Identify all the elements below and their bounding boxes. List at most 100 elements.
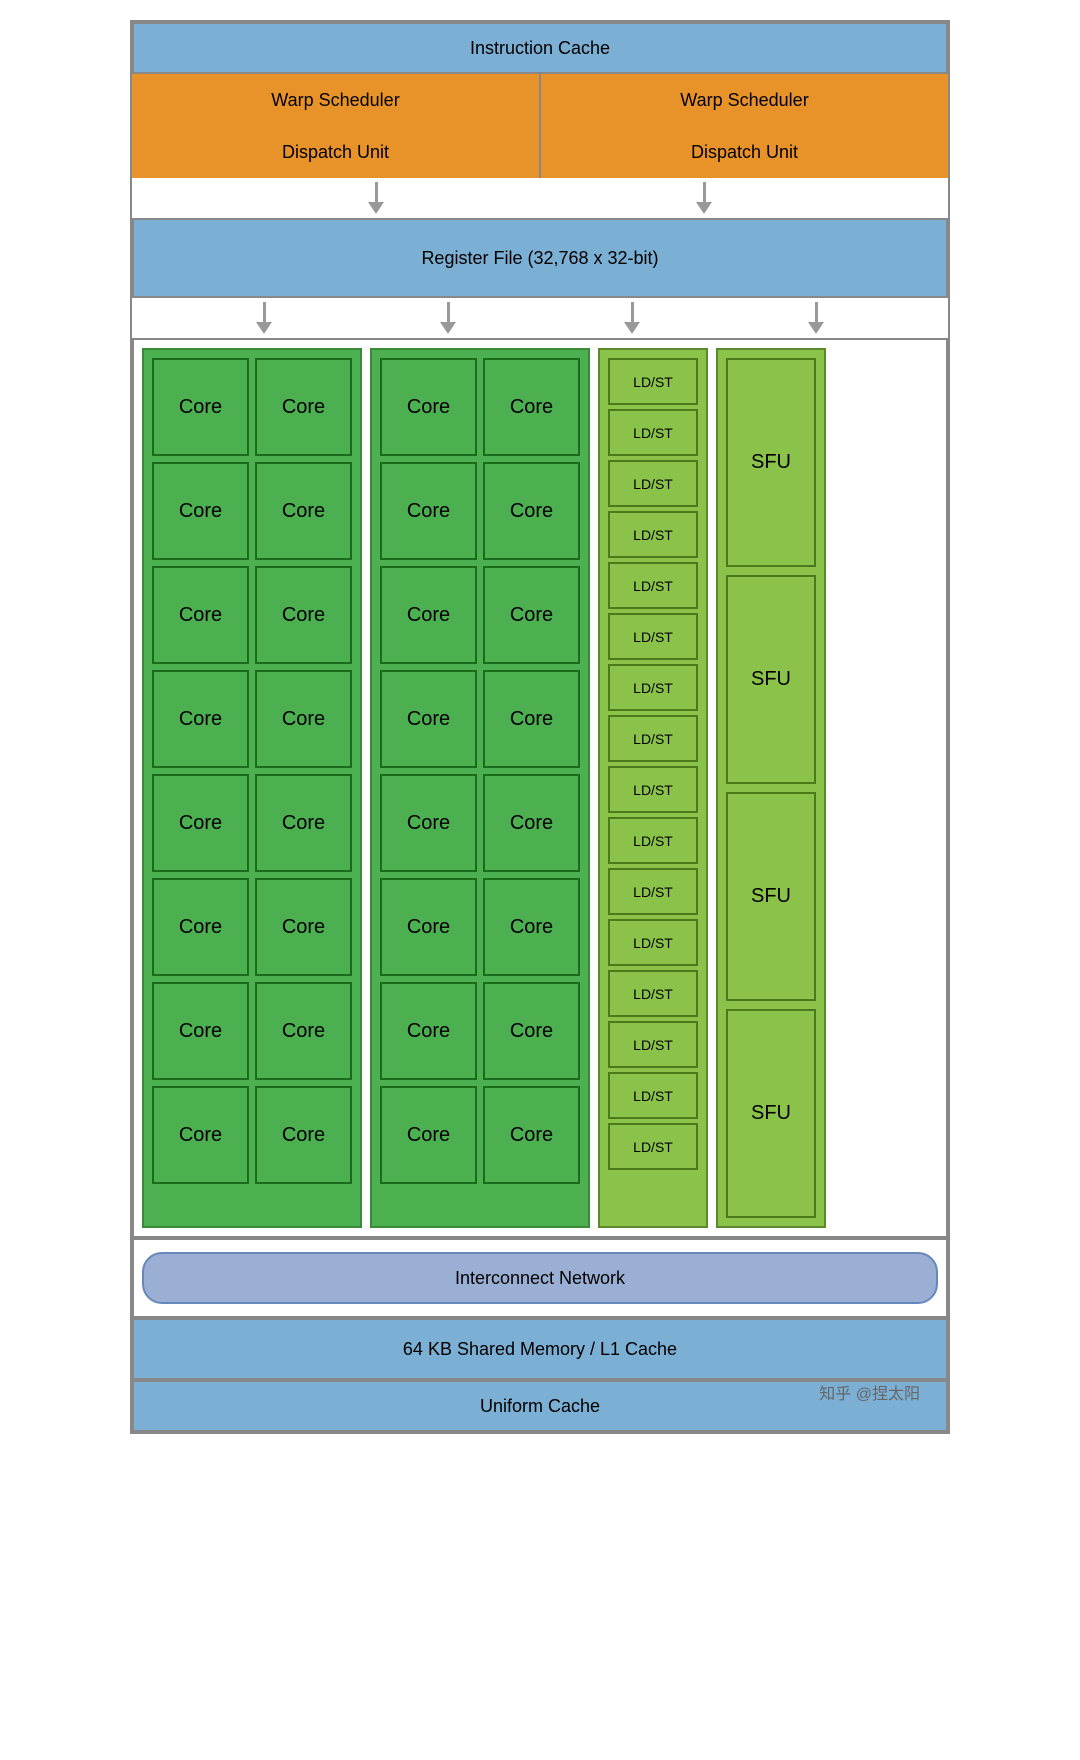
core-cell: Core	[152, 566, 249, 664]
arrow-4	[440, 302, 456, 334]
core-cell: Core	[483, 358, 580, 456]
ldst-cell: LD/ST	[608, 1123, 698, 1170]
core-cell: Core	[380, 670, 477, 768]
core-cell: Core	[255, 358, 352, 456]
architecture-diagram: Instruction Cache Warp Scheduler Warp Sc…	[130, 20, 950, 1434]
dispatch-unit-row: Dispatch Unit Dispatch Unit	[132, 126, 948, 178]
register-file-label: Register File (32,768 x 32-bit)	[421, 248, 658, 269]
core-row: CoreCore	[380, 670, 580, 768]
interconnect-label: Interconnect Network	[455, 1268, 625, 1289]
core-row: CoreCore	[152, 774, 352, 872]
core-cell: Core	[152, 878, 249, 976]
sfu-column: SFUSFUSFUSFU	[716, 348, 826, 1228]
ldst-cell: LD/ST	[608, 562, 698, 609]
ldst-cell: LD/ST	[608, 511, 698, 558]
core-row: CoreCore	[380, 1086, 580, 1184]
core-row: CoreCore	[152, 1086, 352, 1184]
core-row: CoreCore	[380, 566, 580, 664]
core-cell: Core	[483, 982, 580, 1080]
register-file-block: Register File (32,768 x 32-bit)	[132, 218, 948, 298]
core-cell: Core	[483, 670, 580, 768]
dispatch-unit-1: Dispatch Unit	[132, 126, 541, 178]
instruction-cache-block: Instruction Cache	[132, 22, 948, 74]
arrows-from-dispatch	[132, 178, 948, 218]
core-cell: Core	[152, 670, 249, 768]
ldst-cell: LD/ST	[608, 358, 698, 405]
core-group-1: CoreCoreCoreCoreCoreCoreCoreCoreCoreCore…	[142, 348, 362, 1228]
arrow-1	[368, 182, 384, 214]
core-cell: Core	[483, 566, 580, 664]
watermark: 知乎 @捏太阳	[819, 1380, 920, 1404]
core-cell: Core	[152, 462, 249, 560]
sfu-cell: SFU	[726, 1009, 816, 1218]
core-cell: Core	[483, 1086, 580, 1184]
sfu-cell: SFU	[726, 792, 816, 1001]
arrows-from-register	[132, 298, 948, 338]
core-cell: Core	[152, 358, 249, 456]
ldst-column: LD/STLD/STLD/STLD/STLD/STLD/STLD/STLD/ST…	[598, 348, 708, 1228]
uniform-cache-label: Uniform Cache	[480, 1396, 600, 1417]
interconnect-wrapper: Interconnect Network	[132, 1238, 948, 1318]
core-row: CoreCore	[152, 982, 352, 1080]
ldst-cell: LD/ST	[608, 613, 698, 660]
arrow-5	[624, 302, 640, 334]
ldst-cell: LD/ST	[608, 919, 698, 966]
core-row: CoreCore	[152, 358, 352, 456]
core-cell: Core	[380, 774, 477, 872]
warp-scheduler-row: Warp Scheduler Warp Scheduler	[132, 74, 948, 126]
ldst-cell: LD/ST	[608, 664, 698, 711]
ldst-cell: LD/ST	[608, 766, 698, 813]
arrow-3	[256, 302, 272, 334]
core-row: CoreCore	[380, 982, 580, 1080]
core-row: CoreCore	[380, 462, 580, 560]
core-cell: Core	[152, 982, 249, 1080]
ldst-cell: LD/ST	[608, 817, 698, 864]
core-row: CoreCore	[152, 878, 352, 976]
ldst-cell: LD/ST	[608, 868, 698, 915]
shared-memory-block: 64 KB Shared Memory / L1 Cache	[132, 1318, 948, 1380]
core-row: CoreCore	[380, 358, 580, 456]
core-cell: Core	[255, 774, 352, 872]
sfu-cell: SFU	[726, 575, 816, 784]
warp-scheduler-2: Warp Scheduler	[541, 74, 948, 126]
core-cell: Core	[255, 878, 352, 976]
core-cell: Core	[255, 566, 352, 664]
core-cell: Core	[152, 1086, 249, 1184]
shared-memory-label: 64 KB Shared Memory / L1 Cache	[403, 1339, 677, 1360]
ldst-cell: LD/ST	[608, 715, 698, 762]
diagram-wrapper: Instruction Cache Warp Scheduler Warp Sc…	[130, 20, 950, 1434]
sfu-cell: SFU	[726, 358, 816, 567]
dispatch-unit-2: Dispatch Unit	[541, 126, 948, 178]
core-cell: Core	[483, 878, 580, 976]
processing-area: CoreCoreCoreCoreCoreCoreCoreCoreCoreCore…	[132, 338, 948, 1238]
core-row: CoreCore	[380, 878, 580, 976]
interconnect-block: Interconnect Network	[142, 1252, 938, 1304]
core-row: CoreCore	[152, 566, 352, 664]
core-cell: Core	[380, 982, 477, 1080]
core-cell: Core	[380, 566, 477, 664]
core-cell: Core	[380, 358, 477, 456]
warp-scheduler-1: Warp Scheduler	[132, 74, 541, 126]
ldst-cell: LD/ST	[608, 970, 698, 1017]
core-cell: Core	[380, 1086, 477, 1184]
ldst-cell: LD/ST	[608, 1021, 698, 1068]
core-row: CoreCore	[152, 670, 352, 768]
core-group-2: CoreCoreCoreCoreCoreCoreCoreCoreCoreCore…	[370, 348, 590, 1228]
core-row: CoreCore	[152, 462, 352, 560]
core-cell: Core	[255, 670, 352, 768]
core-cell: Core	[255, 982, 352, 1080]
core-cell: Core	[255, 462, 352, 560]
ldst-cell: LD/ST	[608, 460, 698, 507]
core-cell: Core	[483, 462, 580, 560]
core-cell: Core	[380, 878, 477, 976]
core-cell: Core	[380, 462, 477, 560]
core-cell: Core	[483, 774, 580, 872]
ldst-cell: LD/ST	[608, 1072, 698, 1119]
arrow-2	[696, 182, 712, 214]
ldst-cell: LD/ST	[608, 409, 698, 456]
core-cell: Core	[152, 774, 249, 872]
core-cell: Core	[255, 1086, 352, 1184]
core-row: CoreCore	[380, 774, 580, 872]
instruction-cache-label: Instruction Cache	[470, 38, 610, 59]
arrow-6	[808, 302, 824, 334]
